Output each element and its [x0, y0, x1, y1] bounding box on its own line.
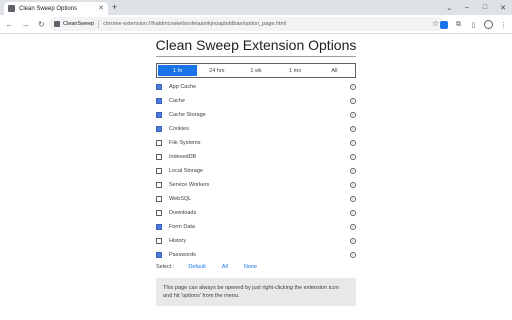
select-presets: Select : Default All None [156, 264, 273, 270]
select-default-link[interactable]: Default [188, 264, 205, 270]
option-row: Downloads i [156, 206, 356, 220]
clean-sweep-extension-icon[interactable] [437, 18, 450, 31]
close-window-icon[interactable]: ✕ [494, 0, 512, 15]
option-label: Passwords [169, 252, 196, 258]
info-icon[interactable]: i [350, 182, 356, 188]
extension-chip: CleanSweep [54, 20, 100, 28]
option-row: Form Data i [156, 220, 356, 234]
option-row: WebSQL i [156, 192, 356, 206]
option-row: File Systems i [156, 136, 356, 150]
select-all-link[interactable]: All [222, 264, 228, 270]
browser-toolbar: ← → ↻ CleanSweep chrome-extension://lhal… [0, 15, 512, 34]
info-icon[interactable]: i [350, 84, 356, 90]
time-range-option[interactable]: 1 mo [276, 65, 315, 76]
help-note: This page can always be opened by just r… [156, 278, 356, 306]
option-checkbox[interactable] [156, 252, 162, 258]
select-none-link[interactable]: None [244, 264, 257, 270]
time-range-option[interactable]: All [315, 65, 354, 76]
info-icon[interactable]: i [350, 140, 356, 146]
extension-chip-label: CleanSweep [63, 21, 95, 27]
option-checkbox[interactable] [156, 126, 162, 132]
option-row: App Cache i [156, 80, 356, 94]
option-checkbox[interactable] [156, 98, 162, 104]
tab-title: Clean Sweep Options [19, 5, 78, 12]
option-label: Service Workers [169, 182, 210, 188]
option-checkbox[interactable] [156, 154, 162, 160]
info-icon[interactable]: i [350, 126, 356, 132]
toolbar-actions: ⧉ ▯ ⋮ [435, 18, 510, 31]
option-row: IndexedDB i [156, 150, 356, 164]
tab-search-icon[interactable]: ⌄ [440, 0, 458, 15]
info-icon[interactable]: i [350, 98, 356, 104]
option-row: Cache i [156, 94, 356, 108]
title-divider [156, 56, 356, 57]
option-label: Cache Storage [169, 112, 206, 118]
maximize-icon[interactable]: □ [476, 0, 494, 15]
option-checkbox[interactable] [156, 224, 162, 230]
info-icon[interactable]: i [350, 224, 356, 230]
address-bar[interactable]: CleanSweep chrome-extension://lhaldmcnek… [49, 17, 444, 31]
page-title: Clean Sweep Extension Options [155, 37, 357, 53]
info-icon[interactable]: i [350, 112, 356, 118]
option-row: Cache Storage i [156, 108, 356, 122]
extensions-puzzle-icon[interactable]: ⧉ [452, 18, 465, 31]
option-checkbox[interactable] [156, 112, 162, 118]
back-arrow-icon[interactable]: ← [3, 18, 16, 31]
option-label: Cache [169, 98, 185, 104]
option-checkbox[interactable] [156, 196, 162, 202]
url-text[interactable]: chrome-extension://lhaldmcnekeboofeiaamk… [103, 21, 286, 27]
browser-tab[interactable]: Clean Sweep Options ✕ [4, 2, 108, 15]
time-range-option[interactable]: 24 hrs [197, 65, 236, 76]
option-row: Local Storage i [156, 164, 356, 178]
info-icon[interactable]: i [350, 210, 356, 216]
option-label: Downloads [169, 210, 197, 216]
minimize-icon[interactable]: – [458, 0, 476, 15]
option-label: History [169, 238, 187, 244]
option-checkbox[interactable] [156, 182, 162, 188]
info-icon[interactable]: i [350, 238, 356, 244]
options-list: App Cache i Cache i Cache Storage i Cookies i Fi… [156, 80, 356, 262]
info-icon[interactable]: i [350, 154, 356, 160]
reload-icon[interactable]: ↻ [35, 18, 48, 31]
option-checkbox[interactable] [156, 210, 162, 216]
extension-icon [54, 21, 60, 27]
time-range-option[interactable]: 1 wk [236, 65, 275, 76]
extension-favicon-icon [8, 5, 15, 12]
new-tab-button[interactable]: + [112, 3, 117, 12]
info-icon[interactable]: i [350, 252, 356, 258]
window-controls: ⌄ – □ ✕ [440, 0, 512, 15]
option-label: IndexedDB [169, 154, 197, 160]
side-panel-icon[interactable]: ▯ [467, 18, 480, 31]
profile-avatar-icon[interactable] [482, 18, 495, 31]
option-label: App Cache [169, 84, 197, 90]
tab-strip: Clean Sweep Options ✕ + ⌄ – □ ✕ [0, 0, 512, 15]
option-label: Cookies [169, 126, 189, 132]
time-range-selector: 1 hr 24 hrs 1 wk 1 mo All [156, 63, 356, 78]
option-row: Cookies i [156, 122, 356, 136]
option-row: Service Workers i [156, 178, 356, 192]
option-label: Form Data [169, 224, 195, 230]
option-checkbox[interactable] [156, 140, 162, 146]
time-range-option[interactable]: 1 hr [158, 65, 198, 76]
option-label: File Systems [169, 140, 201, 146]
option-label: Local Storage [169, 168, 203, 174]
forward-arrow-icon[interactable]: → [19, 18, 32, 31]
menu-kebab-icon[interactable]: ⋮ [497, 18, 510, 31]
option-row: History i [156, 234, 356, 248]
close-tab-icon[interactable]: ✕ [98, 5, 104, 12]
info-icon[interactable]: i [350, 196, 356, 202]
info-icon[interactable]: i [350, 168, 356, 174]
option-row: Passwords i [156, 248, 356, 262]
option-checkbox[interactable] [156, 168, 162, 174]
option-label: WebSQL [169, 196, 192, 202]
select-label: Select : [156, 264, 175, 270]
option-checkbox[interactable] [156, 84, 162, 90]
option-checkbox[interactable] [156, 238, 162, 244]
